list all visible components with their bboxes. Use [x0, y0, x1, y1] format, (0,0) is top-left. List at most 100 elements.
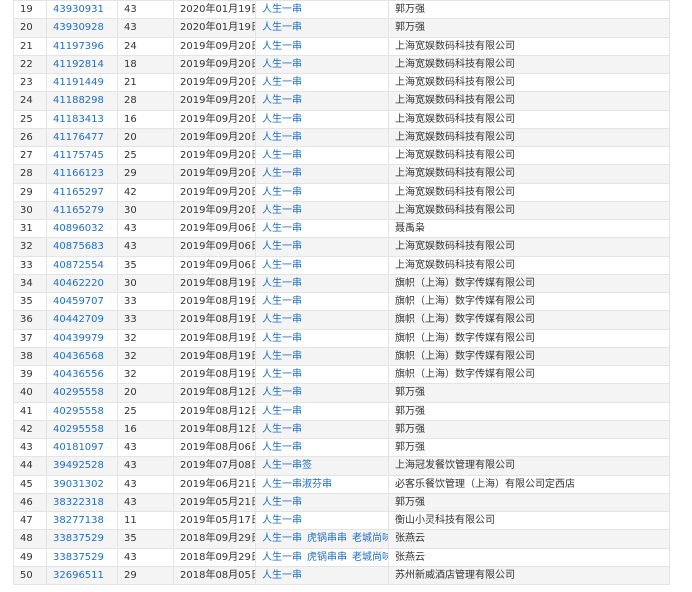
registration-number-cell: 40295558	[46, 419, 118, 440]
registration-number-link[interactable]: 33837529	[53, 552, 104, 563]
trademark-name-link[interactable]: 人生一串	[262, 387, 302, 398]
registration-number-link[interactable]: 41175745	[53, 150, 104, 161]
trademark-name-link[interactable]: 人生一串	[262, 424, 302, 435]
row-number: 37	[13, 328, 47, 348]
registration-number-link[interactable]: 40295558	[53, 387, 104, 398]
registration-number-link[interactable]: 41197396	[53, 41, 104, 52]
registration-number-link[interactable]: 40295558	[53, 406, 104, 417]
trademark-name-link[interactable]: 人生一串	[262, 260, 302, 271]
application-date: 2019年09月20日	[173, 54, 256, 75]
trademark-name-link[interactable]: 人生一串	[262, 41, 302, 52]
trademark-name-link[interactable]: 人生一串	[262, 296, 302, 307]
trademark-name-link[interactable]: 人生一串	[262, 95, 302, 106]
trademark-name-cell: 人生一串	[255, 419, 389, 440]
trademark-name-link[interactable]: 人生一串	[262, 168, 302, 179]
applicant-name: 郭万强	[388, 437, 670, 458]
registration-number-cell: 40436556	[46, 364, 118, 385]
applicant-name: 郭万强	[388, 18, 670, 38]
registration-number-link[interactable]: 41166123	[53, 168, 104, 179]
trademark-name-link[interactable]: 人生一串签	[262, 460, 312, 471]
row-number: 35	[13, 291, 47, 312]
registration-number-link[interactable]: 39031302	[53, 479, 104, 490]
table-row: 27 41175745 25 2019年09月20日 人生一串 上海宽娱数码科技有限公司	[13, 145, 670, 166]
registration-number-link[interactable]: 41192814	[53, 59, 104, 70]
class-number: 43	[117, 437, 174, 458]
registration-number-link[interactable]: 41191449	[53, 77, 104, 88]
trademark-name-link[interactable]: 人生一串	[262, 533, 302, 544]
row-number: 23	[13, 72, 47, 93]
registration-number-link[interactable]: 39492528	[53, 460, 104, 471]
registration-number-link[interactable]: 40442709	[53, 314, 104, 325]
registration-number-link[interactable]: 40875683	[53, 241, 104, 252]
trademark-name-link[interactable]: 人生一串	[262, 515, 302, 526]
trademark-name-link[interactable]: 人生一串	[262, 442, 302, 453]
application-date: 2019年09月06日	[173, 218, 256, 239]
trademark-name-link[interactable]: 人生一串	[262, 205, 302, 216]
applicant-name: 上海宽娱数码科技有限公司	[388, 127, 670, 148]
table-row: 45 39031302 43 2019年06月21日 人生一串淑芬串 必客乐餐饮管理（上海…	[13, 474, 670, 494]
trademark-name-link[interactable]: 人生一串	[262, 187, 302, 198]
registration-number-link[interactable]: 41165297	[53, 187, 104, 198]
registration-number-link[interactable]: 40436568	[53, 351, 104, 362]
trademark-name-link[interactable]: 人生一串	[262, 4, 302, 15]
applicant-name: 苏州新威酒店管理有限公司	[388, 565, 670, 586]
trademark-name-link[interactable]: 人生一串	[262, 497, 302, 508]
registration-number-link[interactable]: 40459707	[53, 296, 104, 307]
registration-number-cell: 41175745	[46, 145, 118, 166]
registration-number-cell: 38322318	[46, 492, 118, 513]
applicant-name: 旗帜（上海）数字传媒有限公司	[388, 273, 670, 294]
table-row: 38 40436568 32 2019年08月19日 人生一串 旗帜（上海）数字传媒有限公…	[13, 346, 670, 367]
trademark-name-link[interactable]: 人生一串	[262, 351, 302, 362]
registration-number-link[interactable]: 41165279	[53, 205, 104, 216]
trademark-name-link[interactable]: 人生一串	[262, 223, 302, 234]
row-number: 43	[13, 437, 47, 458]
trademark-name-link[interactable]: 人生一串	[262, 552, 302, 563]
registration-number-link[interactable]: 40181097	[53, 442, 104, 453]
registration-number-link[interactable]: 41183413	[53, 114, 104, 125]
registration-number-link[interactable]: 32696511	[53, 570, 104, 581]
trademark-name-link[interactable]: 人生一串	[262, 114, 302, 125]
row-number: 29	[13, 182, 47, 202]
row-number: 47	[13, 510, 47, 531]
trademark-name-link[interactable]: 人生一串	[262, 369, 302, 380]
registration-number-link[interactable]: 40462220	[53, 278, 104, 289]
trademark-name-link[interactable]: 人生一串	[262, 150, 302, 161]
registration-number-link[interactable]: 38277138	[53, 515, 104, 526]
registration-number-link[interactable]: 41176477	[53, 132, 104, 143]
trademark-name-link[interactable]: 人生一串	[262, 406, 302, 417]
trademark-name-link[interactable]: 人生一串	[262, 278, 302, 289]
application-date: 2019年08月19日	[173, 291, 256, 312]
registration-number-link[interactable]: 43930928	[53, 22, 104, 33]
trademark-name-link[interactable]: 老城尚味	[352, 552, 388, 563]
trademark-name-link[interactable]: 人生一串	[262, 132, 302, 143]
table-row: 29 41165297 42 2019年09月20日 人生一串 上海宽娱数码科技有限公司	[13, 182, 670, 202]
trademark-name-link[interactable]: 人生一串	[262, 22, 302, 33]
row-number: 44	[13, 456, 47, 476]
registration-number-cell: 39492528	[46, 456, 118, 476]
registration-number-link[interactable]: 40896032	[53, 223, 104, 234]
trademark-name-link[interactable]: 虎锅串串	[307, 533, 347, 544]
application-date: 2020年01月19日	[173, 0, 256, 20]
trademark-name-link[interactable]: 人生一串	[262, 77, 302, 88]
registration-number-link[interactable]: 40295558	[53, 424, 104, 435]
trademark-name-link[interactable]: 虎锅串串	[307, 552, 347, 563]
trademark-name-link[interactable]: 人生一串淑芬串	[262, 479, 332, 490]
class-number: 25	[117, 401, 174, 421]
registration-number-link[interactable]: 33837529	[53, 533, 104, 544]
trademark-name-link[interactable]: 人生一串	[262, 570, 302, 581]
registration-number-link[interactable]: 43930931	[53, 4, 104, 15]
applicant-name: 衡山小灵科技有限公司	[388, 510, 670, 531]
trademark-name-link[interactable]: 人生一串	[262, 314, 302, 325]
registration-number-link[interactable]: 40436556	[53, 369, 104, 380]
trademark-name-link[interactable]: 人生一串	[262, 241, 302, 252]
trademark-name-link[interactable]: 人生一串	[262, 333, 302, 344]
registration-number-cell: 40896032	[46, 218, 118, 239]
trademark-name-link[interactable]: 人生一串	[262, 59, 302, 70]
registration-number-link[interactable]: 40872554	[53, 260, 104, 271]
row-number: 27	[13, 145, 47, 166]
trademark-name-link[interactable]: 老城尚味	[352, 533, 388, 544]
registration-number-link[interactable]: 41188298	[53, 95, 104, 106]
registration-number-link[interactable]: 38322318	[53, 497, 104, 508]
trademark-name-cell: 人生一串	[255, 492, 389, 513]
registration-number-link[interactable]: 40439979	[53, 333, 104, 344]
